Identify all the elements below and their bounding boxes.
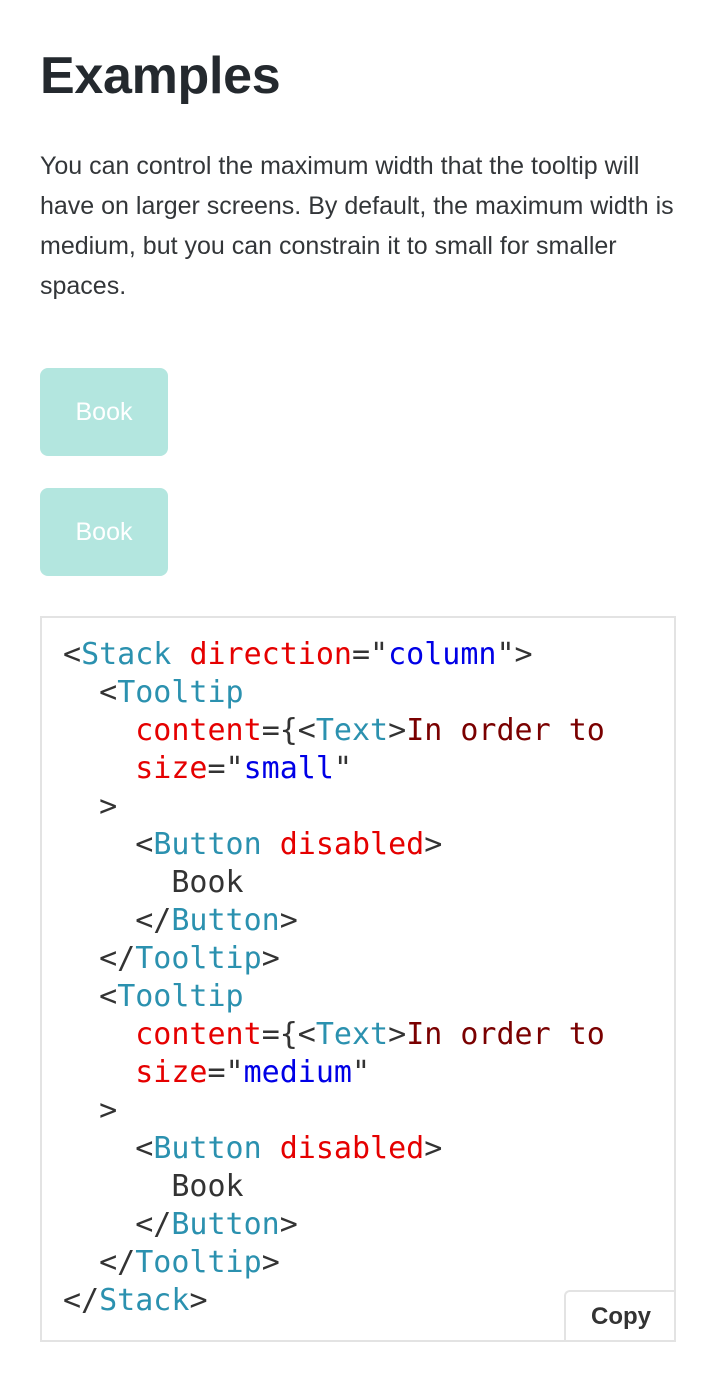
code-token-punc: < [99, 675, 118, 710]
code-token-punc: </ [63, 1283, 100, 1318]
code-token-punc: </ [135, 1207, 172, 1242]
code-token-punc: > [279, 903, 298, 938]
code-line: </Button> [63, 903, 298, 938]
code-token-tag: Button [171, 1207, 280, 1242]
code-token-punc: > [388, 713, 407, 748]
code-line: Book [63, 865, 244, 900]
code-token-tag: Tooltip [117, 675, 244, 710]
code-token-attr: content [135, 1017, 262, 1052]
code-token-punc: > [424, 827, 443, 862]
code-line: </Tooltip> [63, 941, 280, 976]
code-line: > [63, 789, 117, 824]
code-line: content={<Text>In order to [63, 713, 605, 748]
section-description: You can control the maximum width that t… [40, 152, 674, 300]
code-token-attr: size [135, 751, 208, 786]
code-token-punc: < [135, 827, 154, 862]
code-token-punc: < [135, 1131, 154, 1166]
code-token-punc: </ [135, 903, 172, 938]
code-token-attr: content [135, 713, 262, 748]
code-token-punc: =" [207, 1055, 244, 1090]
code-token-punc: > [261, 941, 280, 976]
code-line: content={<Text>In order to [63, 1017, 605, 1052]
code-token-punc: " [352, 1055, 371, 1090]
code-token-attr: disabled [279, 1131, 425, 1166]
code-token-plain: Book [63, 1169, 244, 1204]
code-token-text: In order to [406, 713, 605, 748]
code-token-punc: > [424, 1131, 443, 1166]
code-token-punc: ={< [261, 1017, 316, 1052]
code-line: </Button> [63, 1207, 298, 1242]
code-token-punc: > [279, 1207, 298, 1242]
code-token-punc: > [189, 1283, 208, 1318]
code-token-tag: Text [315, 713, 389, 748]
code-token-punc: > [99, 789, 118, 824]
code-line: </Tooltip> [63, 1245, 280, 1280]
copy-button[interactable]: Copy [564, 1290, 674, 1340]
code-line: Book [63, 1169, 244, 1204]
code-line: size="small" [63, 751, 352, 786]
code-line: > [63, 1093, 117, 1128]
section-heading: Examples [40, 47, 281, 105]
code-token-tag: Text [315, 1017, 389, 1052]
code-token-punc: =" [207, 751, 244, 786]
code-token-tag: Tooltip [135, 941, 262, 976]
code-token-punc: < [63, 637, 82, 672]
code-token-attr: direction [189, 637, 352, 672]
code-token-punc: " [333, 751, 352, 786]
code-token-punc: > [261, 1245, 280, 1280]
code-content: <Stack direction="column"> <Tooltip cont… [63, 636, 605, 1320]
code-line: <Tooltip [63, 675, 244, 710]
code-token-punc: > [99, 1093, 118, 1128]
code-token-tag: Tooltip [117, 979, 244, 1014]
code-token-tag: Button [153, 1131, 262, 1166]
code-token-str: small [243, 751, 334, 786]
code-line: <Stack direction="column"> [63, 637, 533, 672]
code-token-punc: > [388, 1017, 407, 1052]
code-line: </Stack> [63, 1283, 208, 1318]
code-token-punc: </ [99, 941, 136, 976]
code-token-tag: Tooltip [135, 1245, 262, 1280]
code-line: <Button disabled> [63, 1131, 442, 1166]
code-token-punc: "> [496, 637, 533, 672]
book-button-medium-tooltip[interactable]: Book [40, 488, 168, 576]
code-example: <Stack direction="column"> <Tooltip cont… [40, 616, 676, 1342]
code-token-punc: ={< [261, 713, 316, 748]
code-token-punc: =" [352, 637, 389, 672]
code-token-punc: </ [99, 1245, 136, 1280]
code-token-tag: Button [171, 903, 280, 938]
code-line: <Button disabled> [63, 827, 442, 862]
code-token-tag: Button [153, 827, 262, 862]
code-token-str: column [388, 637, 497, 672]
code-token-attr: size [135, 1055, 208, 1090]
code-line: <Tooltip [63, 979, 244, 1014]
code-token-plain: Book [63, 865, 244, 900]
code-token-tag: Stack [81, 637, 172, 672]
code-token-str: medium [243, 1055, 352, 1090]
code-token-punc: < [99, 979, 118, 1014]
code-token-attr: disabled [279, 827, 425, 862]
code-line: size="medium" [63, 1055, 370, 1090]
book-button-small-tooltip[interactable]: Book [40, 368, 168, 456]
code-token-text: In order to [406, 1017, 605, 1052]
code-token-tag: Stack [99, 1283, 190, 1318]
